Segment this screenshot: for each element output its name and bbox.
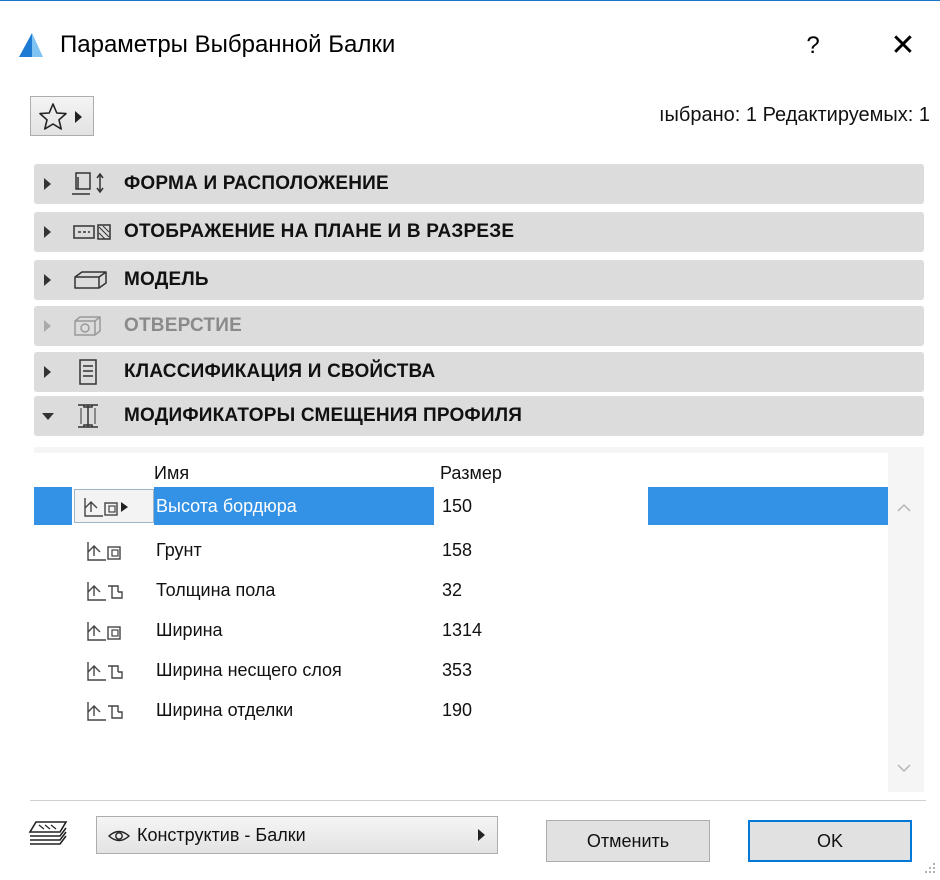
archicad-app-icon bbox=[19, 33, 43, 57]
modifiers-table[interactable]: Имя Размер Высота бордюра 150 Грунт 158 … bbox=[34, 453, 888, 792]
row-size[interactable]: 190 bbox=[442, 691, 472, 729]
section-label: КЛАССИФИКАЦИЯ И СВОЙСТВА bbox=[124, 361, 436, 382]
row-selection-highlight bbox=[648, 487, 888, 525]
resize-grip-icon[interactable] bbox=[924, 862, 936, 874]
scroll-up-icon[interactable] bbox=[896, 503, 912, 513]
section-label: МОДЕЛЬ bbox=[124, 269, 209, 290]
offset-modifier-icon bbox=[87, 582, 123, 601]
section-shape-placement[interactable]: ФОРМА И РАСПОЛОЖЕНИЕ bbox=[34, 164, 924, 204]
section-plan-section[interactable]: ОТОБРАЖЕНИЕ НА ПЛАНЕ И В РАЗРЕЗЕ bbox=[34, 212, 924, 252]
offset-modifier-button[interactable] bbox=[74, 489, 154, 523]
table-row[interactable]: Ширина несщего слоя 353 bbox=[34, 651, 888, 689]
table-row[interactable]: Ширина отделки 190 bbox=[34, 691, 888, 729]
row-size[interactable]: 150 bbox=[442, 487, 472, 525]
table-row[interactable]: Ширина 1314 bbox=[34, 611, 888, 649]
table-row[interactable]: Грунт 158 bbox=[34, 531, 888, 569]
section-opening: ОТВЕРСТИЕ bbox=[34, 306, 924, 346]
table-row[interactable]: Толщина пола 32 bbox=[34, 571, 888, 609]
column-header-size[interactable]: Размер bbox=[440, 461, 502, 485]
column-header-name[interactable]: Имя bbox=[154, 461, 189, 485]
row-size[interactable]: 1314 bbox=[442, 611, 482, 649]
selection-count: ıыбрано: 1 Редактируемых: 1 bbox=[659, 104, 930, 126]
row-name: Толщина пола bbox=[156, 580, 276, 600]
layer-dropdown[interactable]: Конструктив - Балки bbox=[96, 816, 498, 854]
section-profile-modifiers[interactable]: МОДИФИКАТОРЫ СМЕЩЕНИЯ ПРОФИЛЯ bbox=[34, 396, 924, 436]
row-size[interactable]: 353 bbox=[442, 651, 472, 689]
expand-arrow-icon bbox=[44, 226, 51, 238]
profile-beam-icon bbox=[78, 404, 98, 428]
dropdown-arrow-icon bbox=[478, 829, 485, 841]
section-label: ОТВЕРСТИЕ bbox=[124, 315, 242, 336]
eye-icon bbox=[107, 830, 131, 842]
row-size[interactable]: 158 bbox=[442, 531, 472, 569]
scroll-down-icon[interactable] bbox=[896, 763, 912, 773]
profile-modifiers-panel: Имя Размер Высота бордюра 150 Грунт 158 … bbox=[34, 447, 924, 792]
offset-modifier-icon bbox=[84, 498, 128, 517]
shape-placement-icon bbox=[72, 172, 104, 195]
expand-arrow-icon bbox=[44, 320, 51, 332]
model-icon bbox=[74, 271, 107, 289]
row-name: Высота бордюра bbox=[156, 496, 297, 516]
ok-button[interactable]: OK bbox=[748, 820, 912, 862]
row-name: Ширина несщего слоя bbox=[156, 660, 342, 680]
offset-modifier-icon bbox=[87, 622, 121, 641]
section-label: ФОРМА И РАСПОЛОЖЕНИЕ bbox=[124, 173, 389, 194]
section-model[interactable]: МОДЕЛЬ bbox=[34, 260, 924, 300]
star-icon bbox=[39, 103, 67, 130]
plan-section-icon bbox=[73, 224, 111, 240]
section-classification[interactable]: КЛАССИФИКАЦИЯ И СВОЙСТВА bbox=[34, 352, 924, 392]
favorites-button[interactable] bbox=[30, 96, 94, 136]
table-row[interactable]: Высота бордюра 150 bbox=[34, 487, 888, 525]
expand-arrow-icon bbox=[44, 274, 51, 286]
close-button[interactable]: ✕ bbox=[880, 23, 926, 69]
footer-divider bbox=[30, 800, 926, 801]
offset-modifier-icon bbox=[87, 542, 121, 561]
title-bar: Параметры Выбранной Балки ? ✕ bbox=[0, 1, 940, 87]
expand-arrow-icon bbox=[44, 366, 51, 378]
row-selection-marker bbox=[34, 487, 72, 525]
row-size[interactable]: 32 bbox=[442, 571, 462, 609]
collapse-arrow-icon bbox=[42, 413, 54, 420]
row-name: Ширина bbox=[156, 620, 223, 640]
window-title: Параметры Выбранной Балки bbox=[60, 31, 396, 58]
classification-icon bbox=[79, 359, 97, 385]
offset-modifier-icon bbox=[87, 702, 123, 721]
offset-modifier-icon bbox=[87, 662, 123, 681]
section-label: МОДИФИКАТОРЫ СМЕЩЕНИЯ ПРОФИЛЯ bbox=[124, 405, 523, 426]
layer-value: Конструктив - Балки bbox=[137, 825, 306, 845]
expand-arrow-icon bbox=[44, 178, 51, 190]
row-name: Грунт bbox=[156, 540, 202, 560]
layers-icon bbox=[28, 821, 68, 845]
cancel-button[interactable]: Отменить bbox=[546, 820, 710, 862]
section-label: ОТОБРАЖЕНИЕ НА ПЛАНЕ И В РАЗРЕЗЕ bbox=[124, 221, 515, 242]
favorites-arrow-icon bbox=[75, 111, 82, 123]
row-name: Ширина отделки bbox=[156, 700, 294, 720]
help-button[interactable]: ? bbox=[790, 23, 836, 69]
opening-icon bbox=[74, 316, 101, 336]
